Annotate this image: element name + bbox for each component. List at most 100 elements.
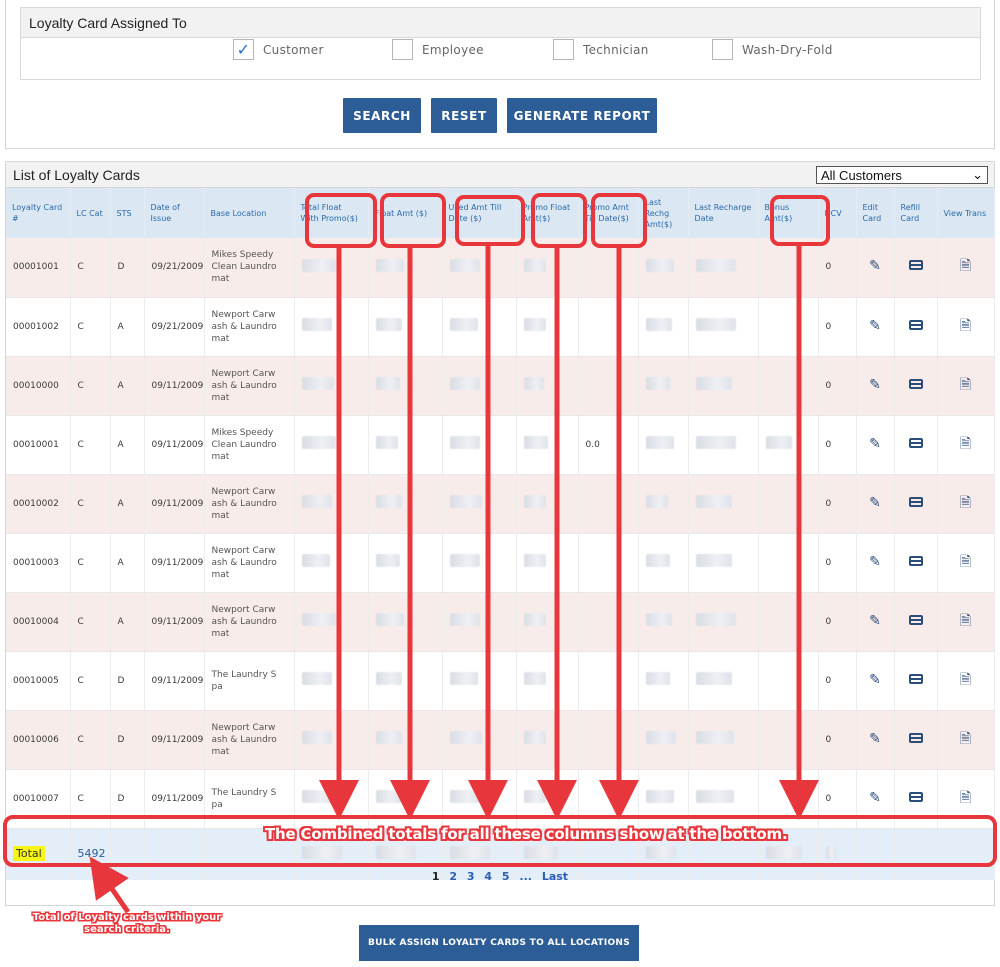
refill-card-cell[interactable]: [894, 238, 938, 298]
card-number[interactable]: 00010000: [6, 356, 71, 416]
col-header[interactable]: Promo Float Amt($): [516, 188, 579, 238]
card-number[interactable]: 00001002: [6, 297, 71, 357]
col-header[interactable]: Total Float With Promo($): [294, 188, 369, 238]
edit-card-cell[interactable]: ✎: [856, 769, 895, 829]
view-trans-cell[interactable]: 🗎: [937, 238, 995, 298]
document-view-icon[interactable]: 🗎: [960, 555, 971, 569]
view-trans-cell[interactable]: 🗎: [937, 651, 995, 711]
edit-icon[interactable]: ✎: [869, 614, 881, 628]
card-icon[interactable]: [908, 260, 923, 271]
refill-card-cell[interactable]: [894, 356, 938, 416]
card-icon[interactable]: [908, 732, 923, 743]
col-header[interactable]: Used Amt Till Date ($): [442, 188, 517, 238]
page-link-2[interactable]: 2: [449, 870, 457, 883]
col-header[interactable]: DCV: [818, 188, 857, 238]
edit-card-cell[interactable]: ✎: [856, 297, 895, 357]
view-trans-cell[interactable]: 🗎: [937, 592, 995, 652]
col-header[interactable]: LC Cat: [70, 188, 111, 238]
checkbox-customer[interactable]: ✓ Customer: [233, 39, 324, 60]
customer-filter-select[interactable]: All Customers ⌄: [816, 166, 988, 184]
page-link-5[interactable]: 5: [502, 870, 510, 883]
edit-icon[interactable]: ✎: [869, 732, 881, 746]
card-icon[interactable]: [908, 378, 923, 389]
refill-card-cell[interactable]: [894, 710, 938, 770]
checkbox-technician-box[interactable]: [553, 39, 574, 60]
view-trans-cell[interactable]: 🗎: [937, 533, 995, 593]
page-link-last[interactable]: Last: [542, 870, 568, 883]
refill-card-cell[interactable]: [894, 533, 938, 593]
refill-card-cell[interactable]: [894, 474, 938, 534]
edit-icon[interactable]: ✎: [869, 437, 881, 451]
edit-icon[interactable]: ✎: [869, 378, 881, 392]
edit-card-cell[interactable]: ✎: [856, 474, 895, 534]
card-icon[interactable]: [908, 791, 923, 802]
refill-card-cell[interactable]: [894, 592, 938, 652]
checkbox-wash-dry-fold[interactable]: Wash-Dry-Fold: [712, 39, 833, 60]
edit-icon[interactable]: ✎: [869, 319, 881, 333]
edit-card-cell[interactable]: ✎: [856, 651, 895, 711]
card-icon[interactable]: [908, 496, 923, 507]
col-header[interactable]: STS: [110, 188, 145, 238]
card-number[interactable]: 00010001: [6, 415, 71, 475]
card-icon[interactable]: [908, 614, 923, 625]
page-link-4[interactable]: 4: [484, 870, 492, 883]
col-header[interactable]: Bonus Amt($): [758, 188, 819, 238]
view-trans-cell[interactable]: 🗎: [937, 356, 995, 416]
card-number[interactable]: 00010004: [6, 592, 71, 652]
edit-icon[interactable]: ✎: [869, 496, 881, 510]
card-icon[interactable]: [908, 673, 923, 684]
view-trans-cell[interactable]: 🗎: [937, 710, 995, 770]
edit-icon[interactable]: ✎: [869, 791, 881, 805]
card-icon[interactable]: [908, 319, 923, 330]
col-header[interactable]: Date of Issue: [144, 188, 205, 238]
document-view-icon[interactable]: 🗎: [960, 378, 971, 392]
edit-card-cell[interactable]: ✎: [856, 592, 895, 652]
edit-card-cell[interactable]: ✎: [856, 356, 895, 416]
document-view-icon[interactable]: 🗎: [960, 732, 971, 746]
col-header[interactable]: Base Location: [204, 188, 295, 238]
view-trans-cell[interactable]: 🗎: [937, 769, 995, 829]
card-number[interactable]: 00010005: [6, 651, 71, 711]
document-view-icon[interactable]: 🗎: [960, 259, 971, 273]
edit-icon[interactable]: ✎: [869, 259, 881, 273]
card-number[interactable]: 00010002: [6, 474, 71, 534]
card-icon[interactable]: [908, 437, 923, 448]
card-icon[interactable]: [908, 555, 923, 566]
checkbox-employee[interactable]: Employee: [392, 39, 484, 60]
document-view-icon[interactable]: 🗎: [960, 437, 971, 451]
card-number[interactable]: 00010003: [6, 533, 71, 593]
refill-card-cell[interactable]: [894, 769, 938, 829]
reset-button[interactable]: RESET: [431, 98, 497, 133]
view-trans-cell[interactable]: 🗎: [937, 415, 995, 475]
checkbox-employee-box[interactable]: [392, 39, 413, 60]
view-trans-cell[interactable]: 🗎: [937, 474, 995, 534]
edit-icon[interactable]: ✎: [869, 555, 881, 569]
col-header[interactable]: Last Rechg Amt($): [638, 188, 689, 238]
edit-card-cell[interactable]: ✎: [856, 533, 895, 593]
page-link-1[interactable]: 1: [432, 870, 440, 883]
card-number[interactable]: 00010007: [6, 769, 71, 829]
refill-card-cell[interactable]: [894, 415, 938, 475]
generate-report-button[interactable]: GENERATE REPORT: [507, 98, 657, 133]
document-view-icon[interactable]: 🗎: [960, 673, 971, 687]
refill-card-cell[interactable]: [894, 297, 938, 357]
col-header[interactable]: Last Recharge Date: [688, 188, 759, 238]
col-header[interactable]: Loyalty Card #: [6, 188, 71, 238]
check-icon[interactable]: ✓: [233, 39, 254, 60]
refill-card-cell[interactable]: [894, 651, 938, 711]
bulk-assign-button[interactable]: BULK ASSIGN LOYALTY CARDS TO ALL LOCATIO…: [359, 925, 639, 961]
document-view-icon[interactable]: 🗎: [960, 496, 971, 510]
edit-icon[interactable]: ✎: [869, 673, 881, 687]
document-view-icon[interactable]: 🗎: [960, 791, 971, 805]
col-header[interactable]: Float Amt ($): [368, 188, 443, 238]
view-trans-cell[interactable]: 🗎: [937, 297, 995, 357]
edit-card-cell[interactable]: ✎: [856, 415, 895, 475]
document-view-icon[interactable]: 🗎: [960, 614, 971, 628]
card-number[interactable]: 00010006: [6, 710, 71, 770]
card-number[interactable]: 00001001: [6, 238, 71, 298]
edit-card-cell[interactable]: ✎: [856, 710, 895, 770]
checkbox-technician[interactable]: Technician: [553, 39, 649, 60]
document-view-icon[interactable]: 🗎: [960, 319, 971, 333]
edit-card-cell[interactable]: ✎: [856, 238, 895, 298]
page-link-3[interactable]: 3: [467, 870, 475, 883]
